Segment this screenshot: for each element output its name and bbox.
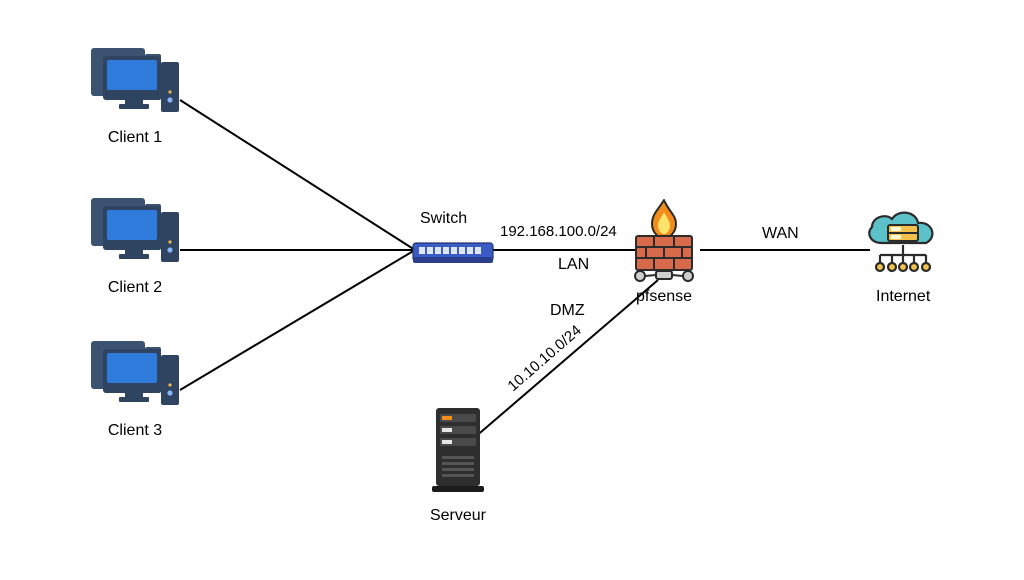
internet xyxy=(858,205,948,290)
switch-label: Switch xyxy=(420,210,467,228)
dmz-subnet-label: 10.10.10.0/24 xyxy=(504,322,584,395)
desktop-pc-icon xyxy=(85,335,185,415)
client-1: Client 1 xyxy=(85,42,185,147)
desktop-pc-icon xyxy=(85,42,185,122)
dmz-label: DMZ xyxy=(550,302,585,320)
firewall-label: pfsense xyxy=(636,288,692,306)
internet-label: Internet xyxy=(876,288,930,306)
firewall-icon xyxy=(628,198,700,286)
switch-icon xyxy=(412,237,494,269)
client-2-label: Client 2 xyxy=(85,279,185,297)
lan-label: LAN xyxy=(558,256,589,274)
cloud-network-icon xyxy=(858,205,948,285)
client-1-label: Client 1 xyxy=(85,129,185,147)
firewall xyxy=(628,198,700,291)
lan-subnet-label: 192.168.100.0/24 xyxy=(500,223,617,240)
client-3: Client 3 xyxy=(85,335,185,440)
server-label: Serveur xyxy=(418,507,498,525)
client-2: Client 2 xyxy=(85,192,185,297)
server: Serveur xyxy=(418,400,498,525)
switch xyxy=(412,237,494,274)
desktop-pc-icon xyxy=(85,192,185,272)
client-3-label: Client 3 xyxy=(85,422,185,440)
network-diagram: Client 1 Client 2 Client 3 xyxy=(0,0,1024,580)
server-rack-icon xyxy=(418,400,498,500)
wan-label: WAN xyxy=(762,225,799,243)
